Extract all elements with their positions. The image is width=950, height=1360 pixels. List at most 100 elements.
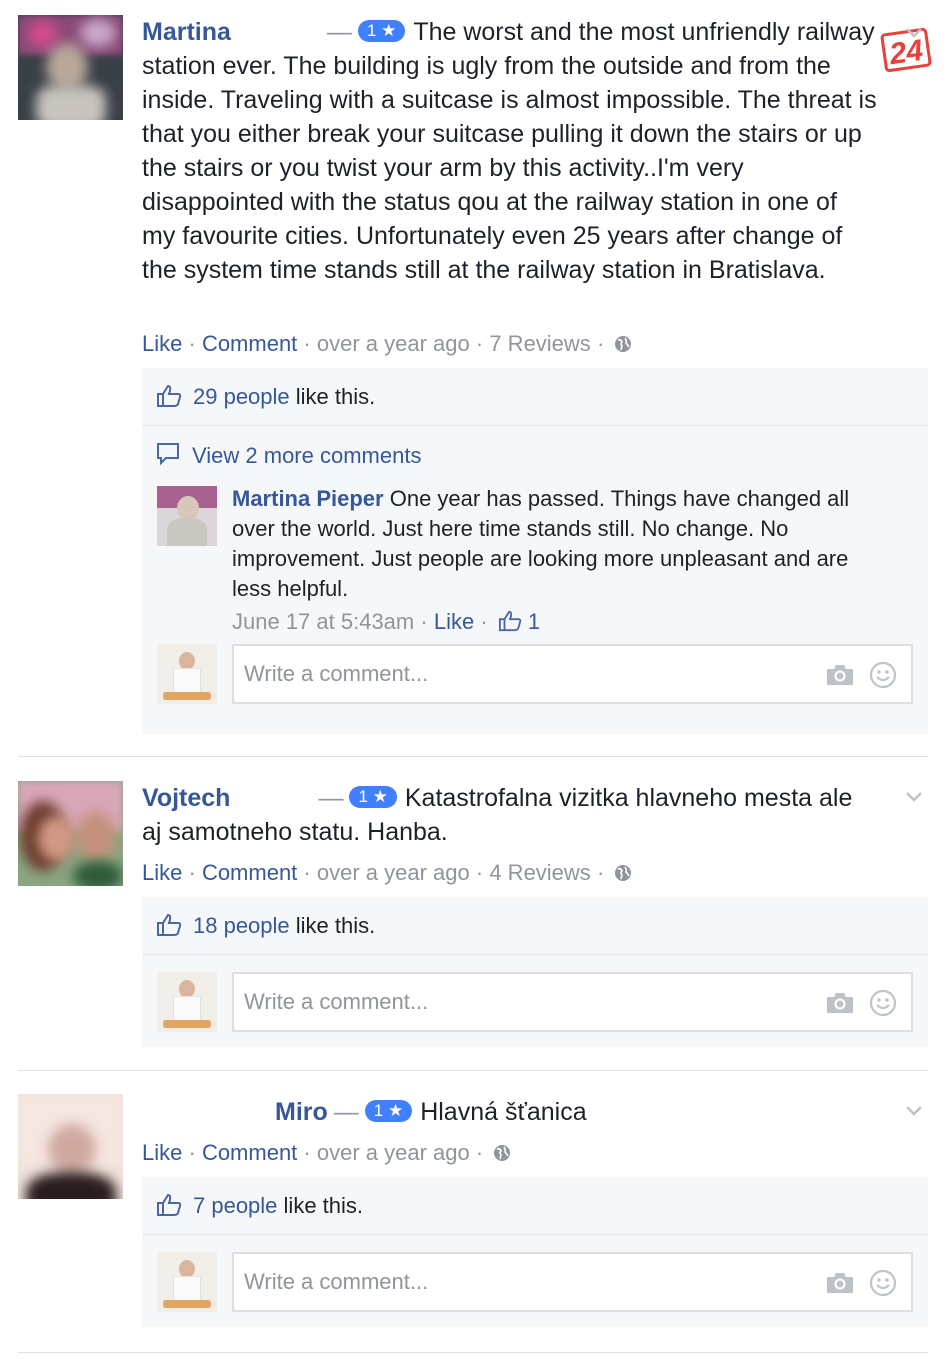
write-comment-row bbox=[142, 972, 928, 1047]
globe-icon bbox=[494, 1145, 511, 1161]
review-text: Hlavná šťanica bbox=[420, 1098, 587, 1126]
separator: · bbox=[475, 860, 484, 885]
review-body: Miro —1 ★ Hlavná šťanica bbox=[142, 1095, 877, 1129]
separator: · bbox=[188, 331, 196, 356]
likes-count[interactable]: 18 people bbox=[193, 913, 290, 938]
comment-link[interactable]: Comment bbox=[202, 331, 297, 356]
comment-bubble-icon bbox=[157, 443, 179, 466]
review-actions: Like · Comment · over a year ago · 4 Rev… bbox=[142, 859, 632, 887]
separator: · bbox=[188, 1140, 196, 1165]
separator: · bbox=[475, 331, 484, 356]
view-more-label[interactable]: View 2 more comments bbox=[192, 442, 421, 470]
review-text: The worst and the most unfriendly railwa… bbox=[142, 18, 877, 284]
likes-count[interactable]: 7 people bbox=[193, 1193, 277, 1218]
avatar[interactable] bbox=[18, 1094, 123, 1199]
separator: · bbox=[420, 609, 428, 634]
reply-author[interactable]: Martina Pieper bbox=[232, 486, 384, 511]
comment-input[interactable] bbox=[244, 658, 804, 690]
review-miro: Miro —1 ★ Hlavná šťanica Like · Comment · … bbox=[0, 1080, 950, 1350]
separator: · bbox=[303, 1140, 311, 1165]
dash: — bbox=[326, 18, 352, 46]
avatar[interactable] bbox=[18, 15, 123, 120]
write-comment-row bbox=[142, 1252, 928, 1327]
reviews-count[interactable]: 4 Reviews bbox=[489, 860, 590, 885]
separator: · bbox=[188, 860, 196, 885]
reviews-count[interactable]: 7 Reviews bbox=[489, 331, 590, 356]
timestamp[interactable]: over a year ago bbox=[317, 860, 470, 885]
chevron-down-icon[interactable] bbox=[904, 1104, 924, 1118]
reviewer-name[interactable]: Vojtech bbox=[142, 784, 230, 812]
reply-timestamp[interactable]: June 17 at 5:43am bbox=[232, 609, 414, 634]
review-actions: Like · Comment · over a year ago · 7 Rev… bbox=[142, 330, 632, 358]
smiley-icon[interactable] bbox=[869, 1269, 897, 1297]
smiley-icon[interactable] bbox=[869, 989, 897, 1017]
separator: · bbox=[596, 331, 605, 356]
rating-badge: 1 ★ bbox=[357, 20, 406, 42]
like-link[interactable]: Like bbox=[142, 860, 182, 885]
review-vojtech: Vojtech —1 ★ Katastrofalna vizitka hlavneh… bbox=[0, 770, 950, 1060]
separator: · bbox=[303, 331, 311, 356]
rating-badge: 1 ★ bbox=[349, 786, 397, 808]
comments-section: 29 people like this. View 2 more comment… bbox=[142, 368, 928, 734]
comments-section: 7 people like this. bbox=[142, 1177, 928, 1327]
review-body: Martina —1 ★ The worst and the most unfrie… bbox=[142, 15, 877, 287]
likes-count[interactable]: 29 people bbox=[193, 384, 290, 409]
chevron-down-icon[interactable] bbox=[904, 790, 924, 804]
comment-link[interactable]: Comment bbox=[202, 860, 297, 885]
reviewer-name[interactable]: Martina bbox=[142, 18, 231, 46]
globe-icon bbox=[615, 336, 632, 352]
avatar[interactable] bbox=[18, 781, 123, 886]
dash: — bbox=[333, 1098, 359, 1126]
camera-icon[interactable] bbox=[825, 663, 855, 687]
camera-icon[interactable] bbox=[825, 1271, 855, 1295]
view-more-comments[interactable]: View 2 more comments bbox=[142, 426, 928, 484]
write-comment-row bbox=[142, 644, 928, 719]
separator: · bbox=[480, 609, 488, 634]
comments-section: 18 people like this. bbox=[142, 897, 928, 1047]
likes-suffix: like this. bbox=[295, 384, 376, 409]
separator: · bbox=[303, 860, 311, 885]
smiley-icon[interactable] bbox=[869, 661, 897, 689]
dash: — bbox=[318, 784, 344, 812]
timestamp[interactable]: over a year ago bbox=[317, 1140, 470, 1165]
comment-input[interactable] bbox=[244, 1266, 804, 1298]
separator: · bbox=[475, 1140, 484, 1165]
globe-icon bbox=[615, 865, 632, 881]
reply-like-count[interactable]: 1 bbox=[528, 609, 540, 634]
review-actions: Like · Comment · over a year ago · bbox=[142, 1139, 511, 1167]
likes-suffix: like this. bbox=[283, 1193, 364, 1218]
rating-badge: 1 ★ bbox=[364, 1100, 413, 1122]
divider bbox=[18, 1352, 928, 1353]
likes-summary: 18 people like this. bbox=[142, 897, 928, 955]
like-link[interactable]: Like bbox=[142, 331, 182, 356]
separator: · bbox=[596, 860, 605, 885]
like-icon bbox=[157, 1193, 182, 1216]
likes-suffix: like this. bbox=[295, 913, 376, 938]
review-martina: Martina —1 ★ The worst and the most unfrie… bbox=[0, 0, 950, 740]
like-link[interactable]: Like bbox=[142, 1140, 182, 1165]
like-icon bbox=[157, 913, 182, 936]
chevron-down-icon[interactable] bbox=[904, 26, 924, 40]
current-user-avatar bbox=[157, 644, 217, 704]
reply-like-link[interactable]: Like bbox=[434, 609, 474, 634]
comment-input-box[interactable] bbox=[232, 972, 913, 1032]
divider bbox=[18, 756, 928, 757]
camera-icon[interactable] bbox=[825, 991, 855, 1015]
like-icon bbox=[498, 610, 521, 632]
review-body: Vojtech —1 ★ Katastrofalna vizitka hlavneh… bbox=[142, 781, 877, 849]
divider bbox=[18, 1070, 928, 1071]
current-user-avatar bbox=[157, 972, 217, 1032]
current-user-avatar bbox=[157, 1252, 217, 1312]
comment-input-box[interactable] bbox=[232, 1252, 913, 1312]
reply-meta: June 17 at 5:43am · Like · 1 bbox=[232, 608, 540, 636]
comment-input[interactable] bbox=[244, 986, 804, 1018]
reply-avatar[interactable] bbox=[157, 486, 217, 546]
reply-comment: Martina Pieper One year has passed. Thin… bbox=[142, 484, 928, 644]
reviewer-name[interactable]: Miro bbox=[275, 1098, 328, 1126]
comment-link[interactable]: Comment bbox=[202, 1140, 297, 1165]
like-icon bbox=[157, 384, 182, 407]
likes-summary: 7 people like this. bbox=[142, 1177, 928, 1235]
comment-input-box[interactable] bbox=[232, 644, 913, 704]
review-text: Katastrofalna vizitka hlavneho mesta ale… bbox=[142, 784, 853, 846]
timestamp[interactable]: over a year ago bbox=[317, 331, 470, 356]
